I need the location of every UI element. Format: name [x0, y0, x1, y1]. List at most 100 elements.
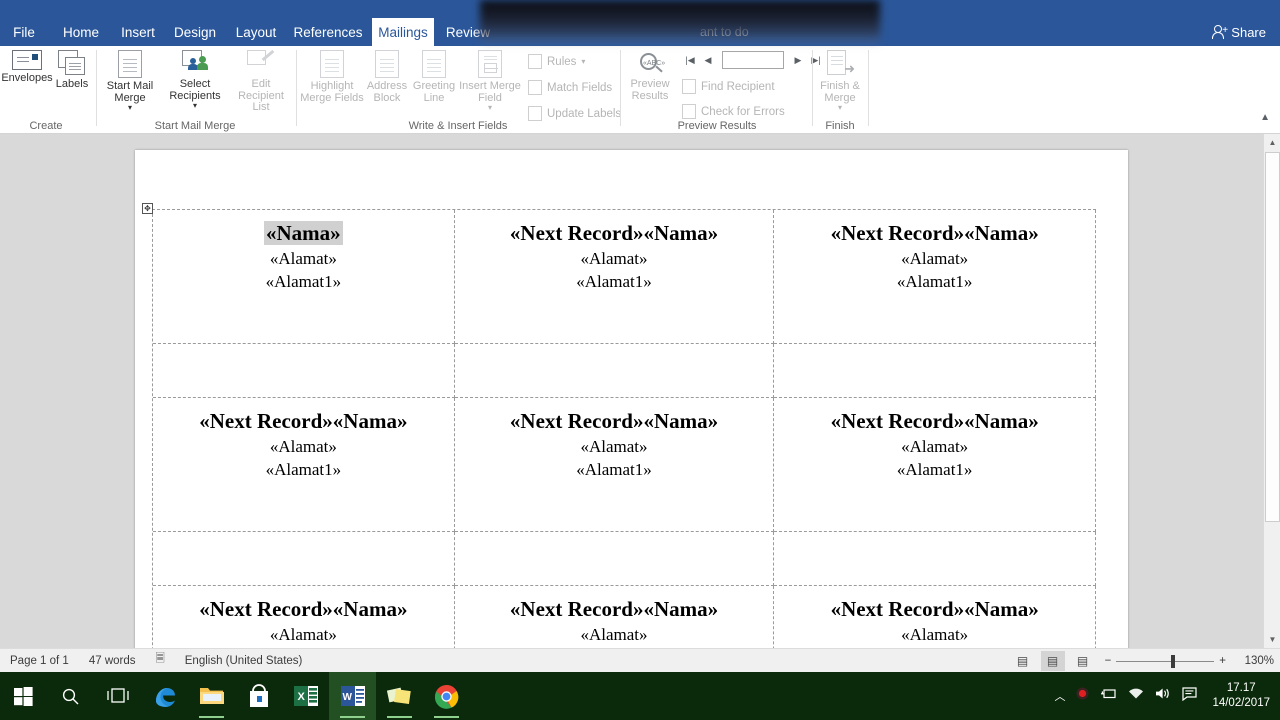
tab-design[interactable]: Design — [168, 18, 222, 46]
tab-home[interactable]: Home — [56, 18, 106, 46]
word-application-window: File Home Insert Design Layout Reference… — [0, 0, 1280, 720]
search-button[interactable] — [47, 672, 94, 720]
tell-me-search-box[interactable]: ant to do — [700, 18, 910, 46]
merge-field-address2: «Alamat1» — [896, 460, 973, 479]
start-mail-merge-icon — [118, 50, 142, 78]
zoom-slider[interactable]: − + — [1105, 654, 1226, 668]
merge-field-name: «Nama» — [264, 221, 343, 245]
ribbon-group-start-mail-merge-label: Start Mail Merge — [154, 120, 236, 132]
file-explorer-taskbar-button[interactable] — [188, 672, 235, 720]
start-button[interactable] — [0, 672, 47, 720]
chrome-taskbar-button[interactable] — [423, 672, 470, 720]
update-labels-icon — [528, 106, 542, 121]
start-mail-merge-button[interactable]: Start Mail Merge ▾ — [100, 50, 160, 112]
merge-field-address2: «Alamat1» — [265, 272, 342, 291]
scroll-up-icon[interactable]: ▲ — [1264, 134, 1280, 151]
check-for-errors-command: Check for Errors — [682, 104, 785, 119]
ribbon-group-finish-label: Finish — [825, 120, 855, 132]
ribbon-group-start-mail-merge: Start Mail Merge ▾ Select Recipients ▾ E… — [100, 46, 290, 134]
proofing-errors-icon[interactable]: 🗏 — [146, 651, 175, 670]
chevron-down-icon[interactable]: ▾ — [193, 102, 197, 110]
spacer-cell[interactable] — [454, 532, 775, 586]
spacer-cell[interactable] — [774, 344, 1096, 398]
labels-table[interactable]: «Nama» «Alamat» «Alamat1» «Next Record»«… — [152, 209, 1096, 720]
show-hidden-icons-button[interactable]: ︿ — [1054, 688, 1065, 704]
spacer-cell[interactable] — [454, 344, 775, 398]
windows-taskbar: X W ︿ 17.17 14/02/2017 — [0, 672, 1280, 720]
label-cell[interactable]: «Next Record»«Nama» «Alamat» «Alamat1» — [454, 398, 775, 532]
find-recipient-label: Find Recipient — [701, 80, 775, 93]
merge-field-name: «Next Record»«Nama» — [199, 409, 408, 433]
zoom-out-button[interactable]: − — [1105, 655, 1112, 667]
battery-tray-icon[interactable] — [1100, 687, 1117, 705]
label-cell[interactable]: «Next Record»«Nama» «Alamat» «Alamat1» — [774, 398, 1096, 532]
system-tray: ︿ 17.17 14/02/2017 — [1054, 672, 1280, 720]
highlight-merge-fields-icon — [320, 50, 344, 78]
merge-field-name: «Next Record»«Nama» — [830, 409, 1039, 433]
tab-file[interactable]: File — [6, 18, 42, 46]
tab-review[interactable]: Review — [440, 18, 496, 46]
first-record-icon[interactable]: |◀ — [682, 52, 698, 69]
address-block-label: Address Block — [366, 80, 408, 104]
vertical-scrollbar[interactable]: ▲ ▼ — [1263, 134, 1280, 648]
excel-taskbar-button[interactable]: X — [282, 672, 329, 720]
scroll-down-icon[interactable]: ▼ — [1264, 631, 1280, 648]
labels-button[interactable]: Labels — [52, 50, 92, 91]
group-divider — [812, 50, 813, 126]
tab-mailings[interactable]: Mailings — [372, 18, 434, 46]
tab-review-label: Review — [445, 24, 491, 40]
edge-taskbar-button[interactable] — [141, 672, 188, 720]
merge-field-address1: «Alamat» — [580, 249, 648, 268]
tab-references[interactable]: References — [290, 18, 366, 46]
chevron-down-icon[interactable]: ▾ — [128, 104, 132, 112]
collapse-ribbon-button[interactable]: ▲ — [1260, 112, 1270, 123]
web-layout-view-button[interactable]: ▤ — [1071, 651, 1095, 671]
group-divider — [296, 50, 297, 126]
label-cell[interactable]: «Next Record»«Nama» «Alamat» «Alamat1» — [774, 210, 1096, 344]
read-mode-view-button[interactable]: ▤ — [1011, 651, 1035, 671]
previous-record-icon[interactable]: ◀ — [700, 52, 716, 69]
word-taskbar-button[interactable]: W — [329, 672, 376, 720]
scrollbar-thumb[interactable] — [1265, 152, 1280, 522]
label-cell[interactable]: «Nama» «Alamat» «Alamat1» — [153, 210, 455, 344]
action-center-button[interactable] — [1182, 686, 1198, 706]
label-cell[interactable]: «Next Record»«Nama» «Alamat» «Alamat1» — [153, 398, 455, 532]
screen-recorder-indicator[interactable] — [1076, 687, 1089, 705]
ribbon-group-write-insert-fields-label: Write & Insert Fields — [408, 120, 508, 132]
spacer-cell[interactable] — [153, 344, 455, 398]
table-move-handle-icon[interactable]: ✥ — [142, 203, 153, 214]
spacer-cell[interactable] — [774, 532, 1096, 586]
network-tray-icon[interactable] — [1128, 687, 1144, 705]
print-layout-view-button[interactable]: ▤ — [1040, 651, 1065, 671]
word-count[interactable]: 47 words — [79, 655, 146, 667]
tab-insert[interactable]: Insert — [114, 18, 162, 46]
next-record-icon[interactable]: ▶ — [790, 52, 806, 69]
edit-recipient-list-icon — [247, 49, 275, 76]
ribbon-group-write-insert-fields: Highlight Merge Fields Address Block Gre… — [300, 46, 621, 134]
page-indicator[interactable]: Page 1 of 1 — [0, 655, 79, 667]
record-number-input[interactable] — [722, 51, 784, 69]
envelopes-button[interactable]: Envelopes — [1, 50, 53, 85]
select-recipients-button[interactable]: Select Recipients ▾ — [162, 50, 228, 110]
address-block-icon — [375, 50, 399, 78]
taskbar-clock[interactable]: 17.17 14/02/2017 — [1208, 681, 1270, 711]
rules-command: Rules ▾ — [528, 54, 585, 69]
zoom-track[interactable] — [1116, 654, 1215, 668]
find-recipient-command: Find Recipient — [682, 79, 775, 94]
language-indicator[interactable]: English (United States) — [175, 655, 313, 667]
zoom-in-button[interactable]: + — [1219, 655, 1226, 667]
share-button[interactable]: + Share — [1206, 18, 1272, 46]
greeting-line-label: Greeting Line — [412, 80, 456, 104]
zoom-level-label[interactable]: 130% — [1236, 655, 1274, 667]
task-view-button[interactable] — [94, 672, 141, 720]
highlight-merge-fields-button: Highlight Merge Fields — [300, 50, 364, 104]
label-cell[interactable]: «Next Record»«Nama» «Alamat» «Alamat1» — [454, 210, 775, 344]
sticky-notes-taskbar-button[interactable] — [376, 672, 423, 720]
envelopes-button-label: Envelopes — [1, 72, 53, 84]
tab-layout[interactable]: Layout — [228, 18, 284, 46]
spacer-cell[interactable] — [153, 532, 455, 586]
highlight-merge-fields-label: Highlight Merge Fields — [300, 80, 364, 104]
zoom-thumb[interactable] — [1171, 654, 1176, 668]
store-taskbar-button[interactable] — [235, 672, 282, 720]
volume-tray-icon[interactable] — [1155, 687, 1171, 705]
